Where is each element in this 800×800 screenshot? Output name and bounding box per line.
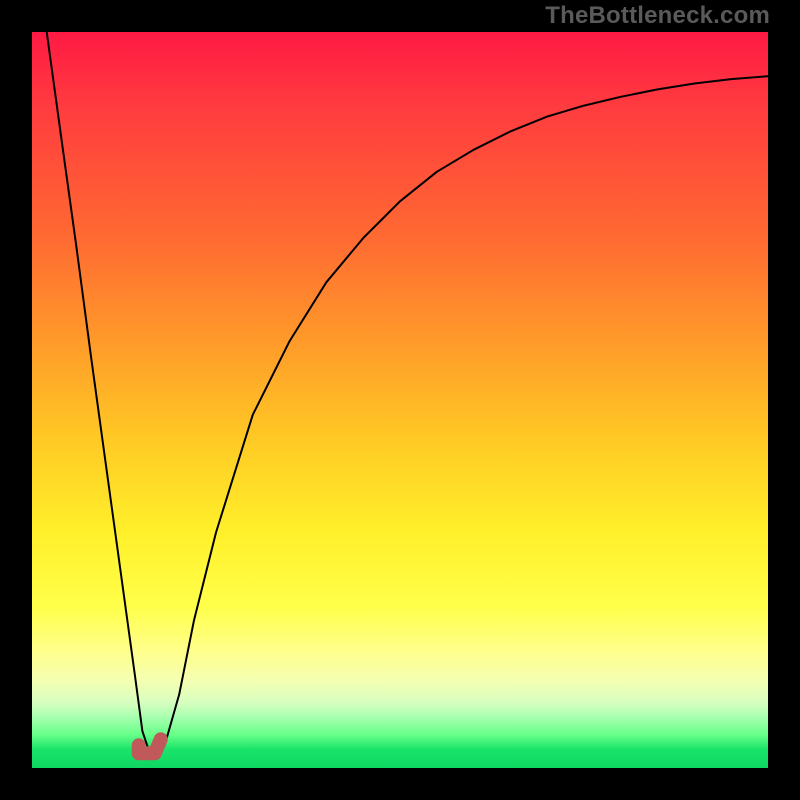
optimal-marker	[139, 739, 161, 753]
watermark-text: TheBottleneck.com	[545, 2, 770, 30]
chart-svg	[0, 0, 800, 800]
chart-lines	[47, 32, 768, 753]
bottleneck-curve	[47, 32, 768, 753]
chart-frame: TheBottleneck.com	[0, 0, 800, 800]
